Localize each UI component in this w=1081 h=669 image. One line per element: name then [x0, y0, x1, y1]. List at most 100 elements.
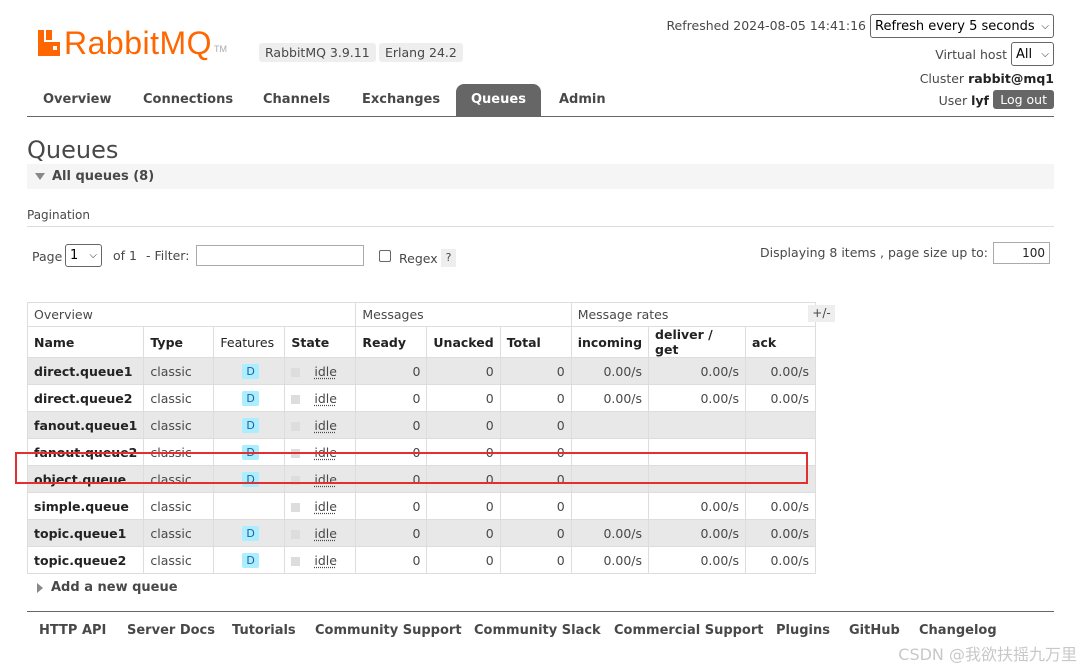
column-header-unacked[interactable]: Unacked	[426, 326, 501, 358]
queue-name-link[interactable]: direct.queue2	[34, 391, 132, 406]
virtual-host-select[interactable]: All ⌵	[1011, 42, 1054, 66]
queue-features-cell: D	[213, 546, 286, 574]
queue-row-topic-queue2: topic.queue2 classic Didle 0 0 0 0.00/s 0.00/s 0…	[26, 546, 817, 574]
queue-type-cell: classic	[143, 384, 215, 412]
queue-features-cell: D	[213, 384, 286, 412]
refresh-interval-select[interactable]: Refresh every 5 seconds ⌵	[870, 14, 1054, 38]
footer-link-changelog[interactable]: Changelog	[919, 623, 997, 638]
ack-rate-cell: 0.00/s	[745, 519, 817, 547]
ack-rate-cell: 0.00/s	[745, 492, 817, 520]
queue-row-fanout-queue1: fanout.queue1 classic Didle 0 0 0	[26, 411, 817, 439]
queue-name-link[interactable]: simple.queue	[34, 499, 129, 514]
virtual-host-value: All	[1016, 46, 1033, 62]
tab-admin[interactable]: Admin	[544, 84, 621, 116]
queue-name-cell: direct.queue1	[26, 357, 145, 385]
tab-queues[interactable]: Queues	[456, 84, 541, 116]
footer-link-tutorials[interactable]: Tutorials	[232, 623, 296, 638]
column-header-features[interactable]: Features	[213, 326, 286, 358]
csdn-watermark: CSDN @我欲扶摇九万里	[898, 645, 1077, 664]
column-header-total[interactable]: Total	[499, 326, 572, 358]
queue-name-link[interactable]: fanout.queue1	[34, 418, 137, 433]
rabbitmq-logo[interactable]: RabbitMQ TM	[38, 26, 227, 60]
queue-name-link[interactable]: topic.queue2	[34, 553, 126, 568]
footer-link-server-docs[interactable]: Server Docs	[127, 623, 215, 638]
tab-overview[interactable]: Overview	[28, 84, 127, 116]
footer-link-commercial-support[interactable]: Commercial Support	[614, 623, 764, 638]
queue-features-cell	[213, 492, 286, 520]
refresh-interval-value: Refresh every 5 seconds	[875, 18, 1035, 34]
ready-count-cell: 0	[355, 492, 428, 520]
queue-name-link[interactable]: direct.queue1	[34, 364, 132, 379]
filter-input[interactable]	[196, 245, 364, 266]
all-queues-section-toggle[interactable]: All queues (8)	[27, 164, 1054, 189]
state-label: idle	[314, 525, 337, 541]
deliver-get-rate-cell: 0.00/s	[648, 357, 747, 385]
footer-link-plugins[interactable]: Plugins	[776, 623, 830, 638]
unacked-count-cell: 0	[426, 546, 501, 574]
help-button[interactable]: ?	[441, 249, 456, 267]
queue-state-cell: idle	[284, 411, 357, 439]
queue-name-link[interactable]: topic.queue1	[34, 526, 126, 541]
page-select[interactable]: 1 ⌵	[65, 244, 102, 267]
footer-link-community-slack[interactable]: Community Slack	[474, 623, 601, 638]
add-new-queue-label: Add a new queue	[51, 580, 178, 595]
logo-text: RabbitMQ	[64, 25, 213, 61]
column-header-incoming[interactable]: incoming	[570, 326, 650, 358]
state-indicator-icon	[291, 367, 301, 377]
tab-connections[interactable]: Connections	[128, 84, 248, 116]
queue-type-cell: classic	[143, 411, 215, 439]
chevron-down-icon: ⌵	[89, 250, 97, 261]
deliver-get-rate-cell	[648, 411, 747, 439]
ready-count-cell: 0	[355, 384, 428, 412]
column-header-state[interactable]: State	[284, 326, 357, 358]
queue-name-cell: topic.queue1	[26, 519, 145, 547]
queue-type-cell: classic	[143, 357, 215, 385]
column-header-ack[interactable]: ack	[745, 326, 817, 358]
queue-state-cell: idle	[284, 519, 357, 547]
toggle-columns-button[interactable]: +/-	[808, 305, 835, 322]
filter-label: - Filter:	[146, 248, 190, 263]
page-title: Queues	[27, 136, 119, 164]
unacked-count-cell: 0	[426, 519, 501, 547]
regex-checkbox[interactable]	[379, 250, 391, 262]
deliver-get-rate-cell: 0.00/s	[648, 492, 747, 520]
tab-exchanges[interactable]: Exchanges	[347, 84, 455, 116]
page-select-value: 1	[70, 248, 79, 263]
add-new-queue-toggle[interactable]: Add a new queue	[37, 580, 178, 595]
footer-link-http-api[interactable]: HTTP API	[39, 623, 106, 638]
main-nav-tabs: Overview Connections Channels Exchanges …	[27, 84, 1054, 117]
footer-link-community-support[interactable]: Community Support	[315, 623, 462, 638]
page-size-input[interactable]: 100	[993, 242, 1050, 264]
column-header-type[interactable]: Type	[143, 326, 215, 358]
chevron-down-icon: ⌵	[1041, 48, 1049, 60]
incoming-rate-cell: 0.00/s	[570, 519, 650, 547]
state-label: idle	[314, 363, 337, 379]
queue-state-cell: idle	[284, 546, 357, 574]
column-header-ready[interactable]: Ready	[355, 326, 428, 358]
queue-row-direct-queue2: direct.queue2 classic Didle 0 0 0 0.00/s 0.00/s…	[26, 384, 817, 412]
footer-link-github[interactable]: GitHub	[849, 623, 900, 638]
deliver-get-rate-cell: 0.00/s	[648, 519, 747, 547]
tab-channels[interactable]: Channels	[248, 84, 345, 116]
regex-label: Regex	[399, 251, 438, 266]
queues-table: Overview Messages Message rates Name Typ…	[26, 302, 817, 574]
divider	[27, 226, 1054, 227]
total-count-cell: 0	[499, 384, 572, 412]
total-count-cell: 0	[499, 492, 572, 520]
state-indicator-icon	[291, 421, 301, 431]
state-indicator-icon	[291, 529, 301, 539]
unacked-count-cell: 0	[426, 357, 501, 385]
incoming-rate-cell: 0.00/s	[570, 384, 650, 412]
queue-name-cell: fanout.queue1	[26, 411, 145, 439]
all-queues-label: All queues (8)	[52, 169, 155, 184]
column-header-name[interactable]: Name	[26, 326, 145, 358]
footer: HTTP API Server Docs Tutorials Community…	[27, 611, 1054, 638]
ack-rate-cell: 0.00/s	[745, 357, 817, 385]
column-header-deliver-get[interactable]: deliver / get	[648, 326, 747, 358]
ready-count-cell: 0	[355, 546, 428, 574]
durable-badge: D	[242, 553, 259, 568]
pagination-label: Pagination	[27, 208, 90, 222]
incoming-rate-cell	[570, 492, 650, 520]
ack-rate-cell: 0.00/s	[745, 546, 817, 574]
total-count-cell: 0	[499, 357, 572, 385]
